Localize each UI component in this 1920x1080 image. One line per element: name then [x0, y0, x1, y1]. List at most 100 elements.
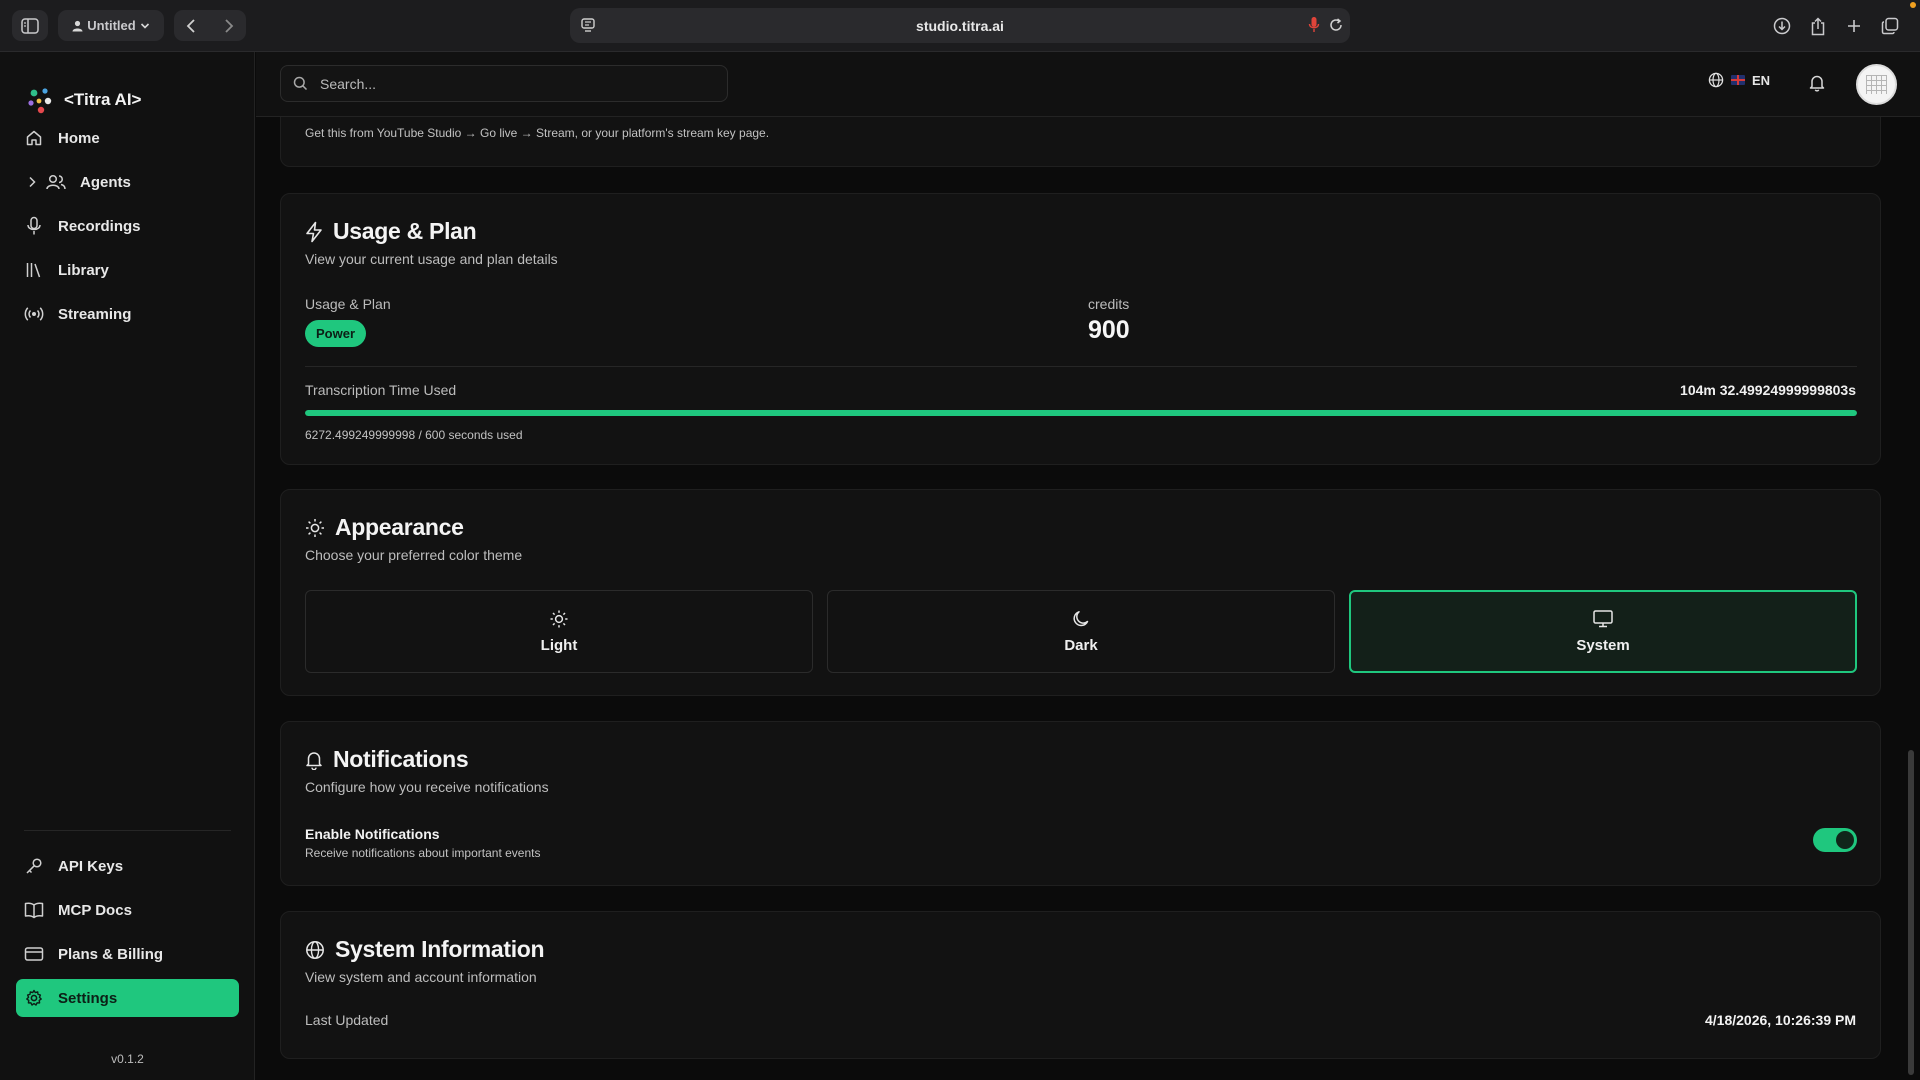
app-header: EN	[256, 52, 1920, 117]
uk-flag-icon	[1731, 75, 1745, 85]
plan-badge: Power	[305, 320, 367, 347]
tab-overview-icon[interactable]	[1872, 13, 1908, 39]
theme-option-system[interactable]: System	[1349, 590, 1857, 673]
appearance-subtitle: Choose your preferred color theme	[305, 547, 523, 563]
appearance-heading: Appearance	[305, 514, 464, 541]
notifications-subtitle: Configure how you receive notifications	[305, 779, 549, 795]
sidebar-item-agents[interactable]: Agents	[16, 163, 239, 201]
sidebar-item-label: Recordings	[58, 217, 141, 235]
usage-progress-fill	[305, 410, 1857, 416]
last-updated-value: 4/18/2026, 10:26:39 PM	[1705, 1012, 1856, 1028]
sidebar-item-mcp-docs[interactable]: MCP Docs	[16, 891, 239, 929]
toolbar-actions	[1764, 13, 1908, 39]
language-code: EN	[1752, 72, 1771, 88]
sidebar-item-label: Plans & Billing	[58, 945, 164, 963]
transcription-time-value: 104m 32.49924999999803s	[1680, 382, 1856, 398]
system-info-subtitle: View system and account information	[305, 969, 537, 985]
monitor-icon	[1592, 609, 1614, 629]
sidebar-item-plans-billing[interactable]: Plans & Billing	[16, 935, 239, 973]
enable-notifications-toggle[interactable]	[1813, 828, 1857, 852]
key-icon	[24, 856, 44, 876]
forward-button[interactable]	[221, 18, 235, 34]
language-selector[interactable]: EN	[1708, 72, 1770, 88]
avatar-pattern	[1866, 75, 1887, 94]
credits-value: 900	[1088, 316, 1130, 344]
appearance-title: Appearance	[335, 514, 464, 540]
sun-icon	[549, 609, 569, 629]
downloads-icon[interactable]	[1764, 13, 1800, 39]
transcription-time-label: Transcription Time Used	[305, 382, 457, 398]
recording-indicator	[1910, 2, 1916, 8]
profile-label: Untitled	[87, 18, 136, 33]
microphone-active-icon[interactable]	[1308, 16, 1320, 34]
gear-icon	[24, 988, 44, 1008]
sidebar-item-library[interactable]: Library	[16, 251, 239, 289]
reload-icon[interactable]	[1328, 17, 1344, 33]
toggle-knob	[1836, 831, 1854, 849]
sidebar-item-api-keys[interactable]: API Keys	[16, 847, 239, 885]
brand-name: <Titra AI>	[64, 90, 142, 109]
lightning-icon	[305, 221, 323, 243]
new-tab-icon[interactable]	[1836, 13, 1872, 39]
theme-option-label: System	[1576, 637, 1630, 654]
theme-option-light[interactable]: Light	[305, 590, 813, 673]
sidebar-toggle-button[interactable]	[12, 10, 48, 41]
settings-page: Get this from YouTube Studio → Go live →…	[256, 117, 1920, 1080]
sidebar-item-home[interactable]: Home	[16, 119, 239, 157]
notifications-bell-icon[interactable]	[1809, 74, 1825, 92]
page-scrollbar[interactable]	[1908, 750, 1914, 1075]
system-info-card: System Information View system and accou…	[280, 911, 1881, 1059]
theme-option-dark[interactable]: Dark	[827, 590, 1335, 673]
usage-plan-card: Usage & Plan View your current usage and…	[280, 193, 1881, 465]
sidebar-item-label: Home	[58, 129, 100, 147]
sidebar-item-label: MCP Docs	[58, 901, 132, 919]
usage-plan-subtitle: View your current usage and plan details	[305, 251, 558, 267]
credits-label: credits	[1088, 296, 1130, 312]
profile-button[interactable]: Untitled	[58, 10, 164, 41]
sidebar-item-label: Settings	[58, 989, 118, 1007]
bell-icon	[305, 750, 323, 770]
moon-icon	[1071, 609, 1091, 629]
last-updated-label: Last Updated	[305, 1012, 389, 1028]
notifications-heading: Notifications	[305, 746, 469, 773]
library-icon	[24, 260, 44, 280]
stream-key-card: Get this from YouTube Studio → Go live →…	[280, 117, 1881, 167]
share-icon[interactable]	[1800, 13, 1836, 39]
search-icon	[293, 76, 308, 91]
address-bar[interactable]: studio.titra.ai	[570, 8, 1350, 43]
globe-icon	[1708, 72, 1724, 88]
sidebar: <Titra AI> Home Agents Recordings Librar…	[0, 52, 255, 1080]
brand[interactable]: <Titra AI>	[26, 86, 141, 114]
sidebar-item-label: Streaming	[58, 305, 132, 323]
book-icon	[24, 900, 44, 920]
theme-option-label: Light	[540, 637, 578, 654]
person-icon	[72, 20, 83, 32]
user-avatar[interactable]	[1856, 64, 1897, 105]
sidebar-item-label: Library	[58, 261, 109, 279]
search-box[interactable]	[280, 65, 728, 102]
notifications-title: Notifications	[333, 746, 469, 772]
plan-label: Usage & Plan	[305, 296, 391, 312]
enable-notifications-description: Receive notifications about important ev…	[305, 846, 541, 860]
notifications-card: Notifications Configure how you receive …	[280, 721, 1881, 886]
sidebar-toggle-icon	[21, 17, 39, 34]
theme-option-label: Dark	[1064, 637, 1098, 654]
users-icon	[46, 172, 66, 192]
browser-toolbar: Untitled studio.titra.ai	[0, 0, 1920, 52]
enable-notifications-label: Enable Notifications	[305, 826, 440, 842]
back-button[interactable]	[185, 18, 199, 34]
history-nav	[174, 10, 246, 41]
appearance-card: Appearance Choose your preferred color t…	[280, 489, 1881, 696]
sun-icon	[305, 518, 325, 538]
usage-plan-heading: Usage & Plan	[305, 218, 477, 245]
sidebar-item-settings[interactable]: Settings	[16, 979, 239, 1017]
usage-plan-title: Usage & Plan	[333, 218, 477, 244]
usage-divider	[305, 366, 1857, 367]
chevron-right-icon[interactable]	[28, 176, 36, 188]
search-input[interactable]	[320, 75, 700, 92]
system-info-heading: System Information	[305, 936, 545, 963]
url-text: studio.titra.ai	[916, 17, 1004, 34]
sidebar-item-recordings[interactable]: Recordings	[16, 207, 239, 245]
sidebar-divider	[24, 830, 231, 831]
sidebar-item-streaming[interactable]: Streaming	[16, 295, 239, 333]
